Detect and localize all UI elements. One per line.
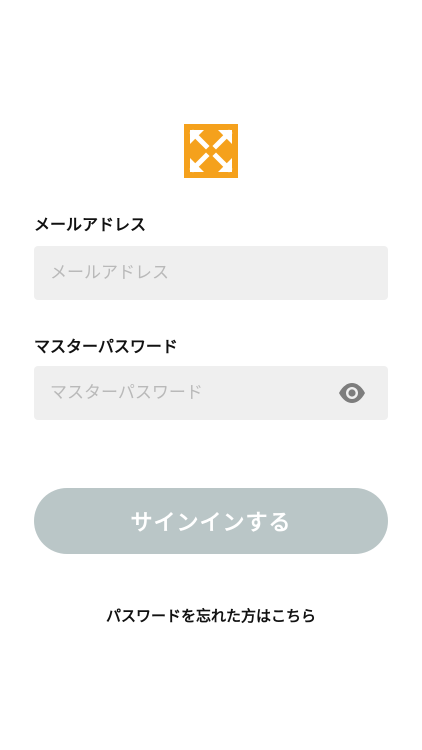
login-screen: メールアドレス マスターパスワード サインインする パスワードを忘れた方はこちら (0, 0, 422, 750)
email-label: メールアドレス (34, 215, 147, 234)
signin-button[interactable]: サインインする (34, 488, 388, 554)
password-field[interactable] (34, 366, 388, 420)
eye-icon[interactable] (338, 381, 366, 405)
forgot-password-link[interactable]: パスワードを忘れた方はこちら (0, 605, 422, 626)
password-field-container (34, 366, 388, 420)
email-field[interactable] (34, 246, 388, 300)
password-label: マスターパスワード (34, 337, 178, 356)
email-field-container (34, 246, 388, 300)
app-logo-icon (184, 124, 238, 178)
